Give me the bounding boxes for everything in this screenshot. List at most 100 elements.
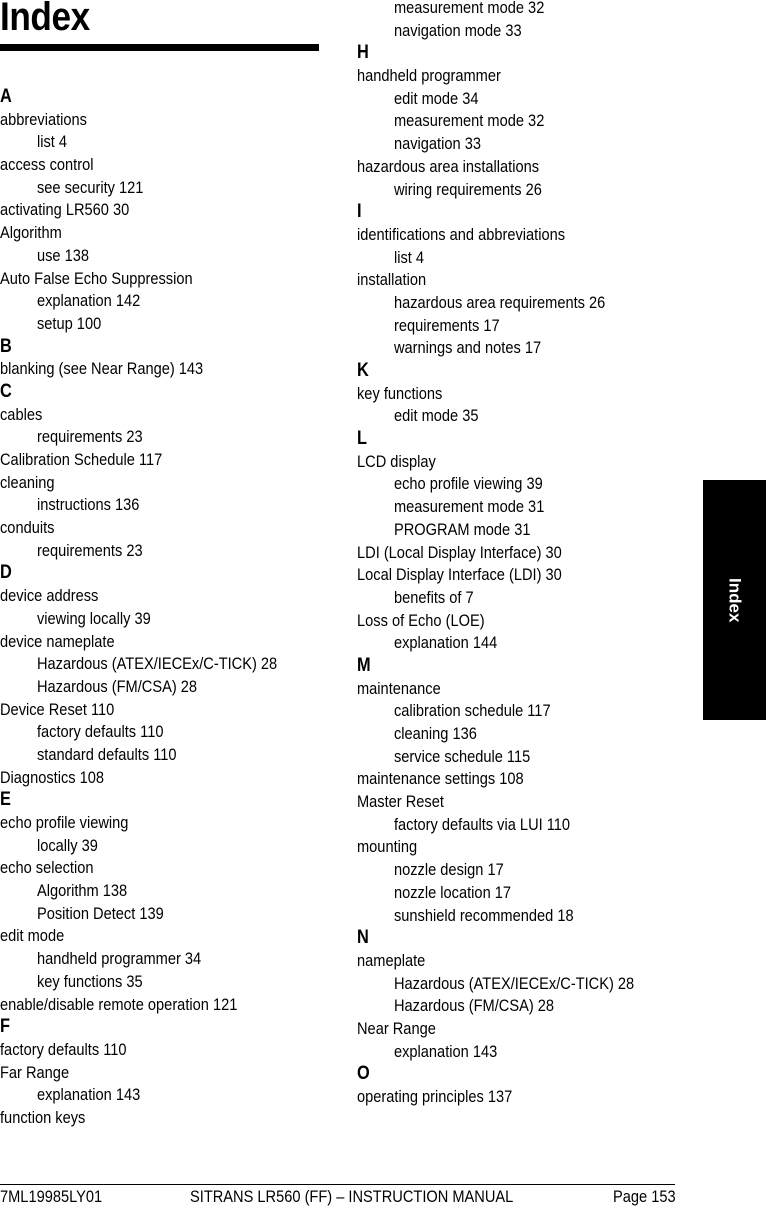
index-subentry[interactable]: edit mode 35: [357, 405, 641, 428]
index-entry[interactable]: identifications and abbreviations: [357, 224, 641, 247]
index-letter-heading: E: [0, 789, 11, 811]
index-entry[interactable]: Local Display Interface (LDI) 30: [357, 564, 641, 587]
index-subentry[interactable]: measurement mode 32: [357, 110, 641, 133]
index-entry[interactable]: maintenance settings 108: [357, 768, 641, 791]
index-subentry[interactable]: Hazardous (FM/CSA) 28: [357, 995, 641, 1018]
index-subentry[interactable]: use 138: [0, 245, 284, 268]
index-entry[interactable]: key functions: [357, 383, 641, 406]
index-subentry[interactable]: key functions 35: [0, 971, 284, 994]
index-letter-heading: M: [357, 654, 371, 676]
index-entry[interactable]: Algorithm: [0, 222, 284, 245]
index-subentry[interactable]: Algorithm 138: [0, 880, 284, 903]
index-entry[interactable]: edit mode: [0, 925, 284, 948]
index-subentry[interactable]: locally 39: [0, 835, 284, 858]
index-entry[interactable]: cleaning: [0, 472, 284, 495]
index-subentry[interactable]: measurement mode 31: [357, 496, 641, 519]
title-rule: [0, 44, 319, 51]
index-entry[interactable]: Master Reset: [357, 791, 641, 814]
index-entry[interactable]: handheld programmer: [357, 65, 641, 88]
index-subentry[interactable]: wiring requirements 26: [357, 179, 641, 202]
index-letter-heading: A: [0, 86, 12, 107]
index-entry[interactable]: Far Range: [0, 1062, 284, 1085]
index-subentry[interactable]: edit mode 34: [357, 88, 641, 111]
index-entry[interactable]: cables: [0, 404, 284, 427]
index-entry[interactable]: Device Reset 110: [0, 699, 284, 722]
index-subentry[interactable]: cleaning 136: [357, 723, 641, 746]
index-entry[interactable]: LCD display: [357, 451, 641, 474]
index-letter-heading: L: [357, 428, 367, 450]
index-entry[interactable]: blanking (see Near Range) 143: [0, 358, 284, 381]
index-entry[interactable]: Calibration Schedule 117: [0, 449, 284, 472]
index-entry[interactable]: Diagnostics 108: [0, 767, 284, 790]
index-subentry[interactable]: nozzle location 17: [357, 882, 641, 905]
index-entry[interactable]: device nameplate: [0, 631, 284, 654]
index-entry[interactable]: Auto False Echo Suppression: [0, 268, 284, 291]
index-entry[interactable]: device address: [0, 585, 284, 608]
index-subentry[interactable]: Hazardous (FM/CSA) 28: [0, 676, 284, 699]
index-subentry[interactable]: factory defaults 110: [0, 721, 284, 744]
index-subentry[interactable]: explanation 144: [357, 632, 641, 655]
index-letter-heading: H: [357, 42, 369, 64]
index-subentry[interactable]: explanation 143: [357, 1041, 641, 1064]
index-subentry[interactable]: measurement mode 32: [357, 0, 641, 20]
index-subentry[interactable]: list 4: [357, 247, 641, 270]
index-subentry[interactable]: list 4: [0, 131, 284, 154]
index-entry[interactable]: echo profile viewing: [0, 812, 284, 835]
index-letter-heading: C: [0, 380, 12, 402]
index-entry[interactable]: enable/disable remote operation 121: [0, 994, 284, 1017]
index-subentry[interactable]: requirements 17: [357, 315, 641, 338]
index-subentry[interactable]: sunshield recommended 18: [357, 905, 641, 928]
index-subentry[interactable]: explanation 142: [0, 290, 284, 313]
side-tab-label: Index: [725, 577, 745, 623]
index-letter-heading: D: [0, 562, 12, 584]
index-subentry[interactable]: instructions 136: [0, 494, 284, 517]
index-entry[interactable]: installation: [357, 269, 641, 292]
index-entry[interactable]: Loss of Echo (LOE): [357, 610, 641, 633]
index-subentry[interactable]: service schedule 115: [357, 746, 641, 769]
index-subentry[interactable]: factory defaults via LUI 110: [357, 814, 641, 837]
index-column-right: measurement mode 32 navigation mode 33 Hha…: [357, 0, 687, 1109]
index-entry[interactable]: Near Range: [357, 1018, 641, 1041]
index-subentry[interactable]: navigation mode 33: [357, 20, 641, 43]
index-entry[interactable]: LDI (Local Display Interface) 30: [357, 542, 641, 565]
index-letter-heading: I: [357, 201, 362, 223]
index-subentry[interactable]: warnings and notes 17: [357, 337, 641, 360]
index-subentry[interactable]: see security 121: [0, 177, 284, 200]
index-subentry[interactable]: Hazardous (ATEX/IECEx/C-TICK) 28: [357, 973, 641, 996]
index-entry[interactable]: factory defaults 110: [0, 1039, 284, 1062]
index-entry[interactable]: conduits: [0, 517, 284, 540]
index-subentry[interactable]: benefits of 7: [357, 587, 641, 610]
section-side-tab[interactable]: Index: [703, 480, 766, 720]
index-subentry[interactable]: Position Detect 139: [0, 903, 284, 926]
index-subentry[interactable]: requirements 23: [0, 426, 284, 449]
index-letter-heading: B: [0, 335, 12, 357]
index-subentry[interactable]: hazardous area requirements 26: [357, 292, 641, 315]
index-letter-heading: F: [0, 1016, 10, 1038]
index-entry[interactable]: hazardous area installations: [357, 156, 641, 179]
index-entry[interactable]: nameplate: [357, 950, 641, 973]
index-entry[interactable]: maintenance: [357, 678, 641, 701]
index-entry[interactable]: function keys: [0, 1107, 284, 1130]
footer-page-number: Page 153: [613, 1187, 676, 1206]
index-subentry[interactable]: Hazardous (ATEX/IECEx/C-TICK) 28: [0, 653, 284, 676]
index-subentry[interactable]: handheld programmer 34: [0, 948, 284, 971]
index-entry[interactable]: access control: [0, 154, 284, 177]
index-subentry[interactable]: PROGRAM mode 31: [357, 519, 641, 542]
index-subentry[interactable]: echo profile viewing 39: [357, 473, 641, 496]
page-title: Index: [0, 0, 90, 39]
index-entry[interactable]: operating principles 137: [357, 1086, 641, 1109]
index-letter-heading: N: [357, 927, 369, 949]
index-entry[interactable]: activating LR560 30: [0, 199, 284, 222]
index-entry[interactable]: abbreviations: [0, 109, 284, 132]
index-subentry[interactable]: standard defaults 110: [0, 744, 284, 767]
index-subentry[interactable]: setup 100: [0, 313, 284, 336]
index-subentry[interactable]: explanation 143: [0, 1084, 284, 1107]
index-subentry[interactable]: requirements 23: [0, 540, 284, 563]
index-subentry[interactable]: navigation 33: [357, 133, 641, 156]
index-subentry[interactable]: nozzle design 17: [357, 859, 641, 882]
footer-doc-number: 7ML19985LY01: [0, 1187, 103, 1206]
index-entry[interactable]: echo selection: [0, 857, 284, 880]
index-entry[interactable]: mounting: [357, 836, 641, 859]
index-subentry[interactable]: viewing locally 39: [0, 608, 284, 631]
index-subentry[interactable]: calibration schedule 117: [357, 700, 641, 723]
